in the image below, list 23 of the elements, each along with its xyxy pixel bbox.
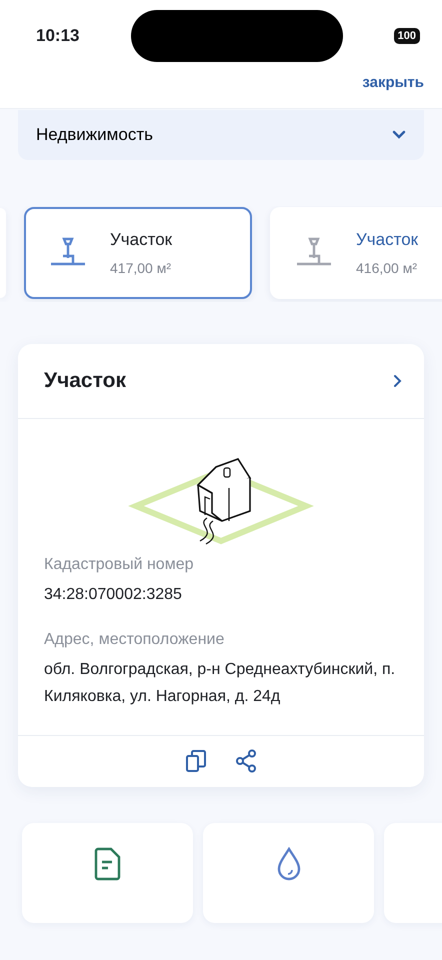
property-area: 416,00 м²: [356, 258, 418, 280]
category-select[interactable]: Недвижимость: [18, 110, 424, 160]
battery-level: 100: [394, 28, 420, 44]
property-title: Участок: [110, 228, 172, 251]
service-card[interactable]: [22, 822, 193, 923]
property-card[interactable]: Участок 416,00 м²: [270, 207, 442, 299]
document-icon: [94, 846, 122, 881]
field-label: Адрес, местоположение: [44, 630, 226, 650]
chevron-right-icon[interactable]: [392, 374, 402, 388]
field-label: Кадастровый номер: [44, 555, 194, 575]
status-time: 10:13: [36, 25, 80, 48]
field-value: 34:28:070002:3285: [44, 585, 183, 605]
field-value: обл. Волгоградская, р-н Среднеахтубинский, п. Киляковка, ул. Нагорная, д. 24д: [44, 660, 396, 708]
property-area: 417,00 м²: [110, 258, 172, 280]
close-link[interactable]: закрыть: [362, 72, 424, 94]
property-title: Участок: [356, 228, 418, 251]
service-card[interactable]: [203, 822, 374, 923]
water-drop-icon: [276, 846, 302, 881]
copy-icon[interactable]: [185, 749, 207, 774]
property-card[interactable]: Участок 417,00 м²: [24, 207, 252, 299]
card-title: Участок: [44, 368, 126, 394]
share-icon[interactable]: [235, 749, 257, 774]
chevron-down-icon: [392, 130, 406, 140]
